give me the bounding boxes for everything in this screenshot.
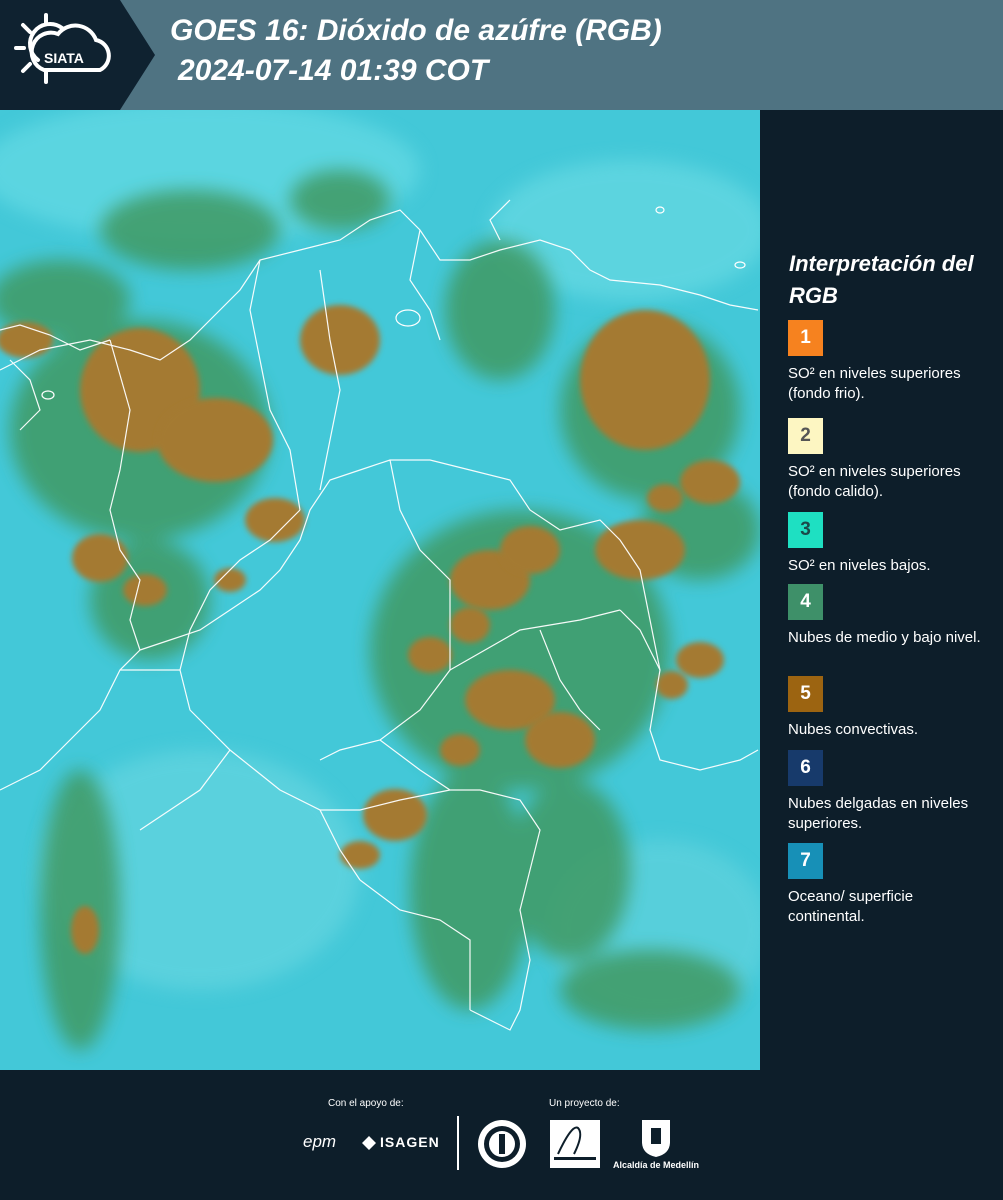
timestamp: 2024-07-14 01:39 COT	[178, 54, 489, 87]
medellin-seal-icon	[478, 1120, 526, 1168]
alcaldia-shield-icon	[642, 1120, 670, 1157]
legend-item-7: 7 Oceano/ superficie continental.	[788, 843, 993, 927]
legend-label: SO² en niveles bajos.	[788, 557, 931, 574]
footer-divider	[457, 1116, 459, 1170]
legend-item-5: 5 Nubes convectivas.	[788, 676, 993, 740]
legend-label: SO² en niveles superiores (fondo calido)…	[788, 463, 961, 500]
footer: Con el apoyo de: Un proyecto de: epm ISA…	[0, 1070, 1003, 1200]
satellite-map[interactable]	[0, 110, 760, 1070]
legend-label: Nubes convectivas.	[788, 721, 919, 738]
legend-label: Nubes delgadas en niveles superiores.	[788, 795, 969, 832]
legend-panel: Interpretación del RGB 1 SO² en niveles …	[760, 110, 1003, 1070]
legend-label: SO² en niveles superiores (fondo frio).	[788, 365, 961, 402]
isagen-logo: ISAGEN	[380, 1134, 440, 1150]
area-metropolitana-icon	[550, 1120, 600, 1168]
legend-swatch: 3	[788, 512, 823, 548]
legend-item-3: 3 SO² en niveles bajos.	[788, 512, 993, 576]
legend-item-1: 1 SO² en niveles superiores (fondo frio)…	[788, 320, 993, 404]
legend-item-2: 2 SO² en niveles superiores (fondo calid…	[788, 418, 993, 502]
legend-label: Nubes de medio y bajo nivel.	[788, 629, 981, 646]
epm-logo: epm	[303, 1132, 337, 1151]
legend-swatch: 7	[788, 843, 823, 879]
page-title: GOES 16: Dióxido de azúfre (RGB)	[170, 14, 662, 47]
alcaldia-label: Alcaldía de Medellín	[613, 1160, 700, 1170]
header: SIATA GOES 16: Dióxido de azúfre (RGB) 2…	[0, 0, 1003, 110]
legend-swatch: 2	[788, 418, 823, 454]
legend-label: Oceano/ superficie continental.	[788, 888, 914, 925]
project-label: Un proyecto de:	[549, 1098, 620, 1109]
legend-swatch: 1	[788, 320, 823, 356]
legend-swatch: 5	[788, 676, 823, 712]
legend-item-6: 6 Nubes delgadas en niveles superiores.	[788, 750, 993, 834]
siata-logo: SIATA	[0, 0, 155, 110]
legend-swatch: 4	[788, 584, 823, 620]
legend-item-4: 4 Nubes de medio y bajo nivel.	[788, 584, 993, 648]
legend-swatch: 6	[788, 750, 823, 786]
logo-text: SIATA	[44, 50, 84, 66]
isagen-icon	[362, 1136, 376, 1150]
legend-title: Interpretación del RGB	[789, 251, 974, 308]
support-label: Con el apoyo de:	[328, 1098, 404, 1109]
